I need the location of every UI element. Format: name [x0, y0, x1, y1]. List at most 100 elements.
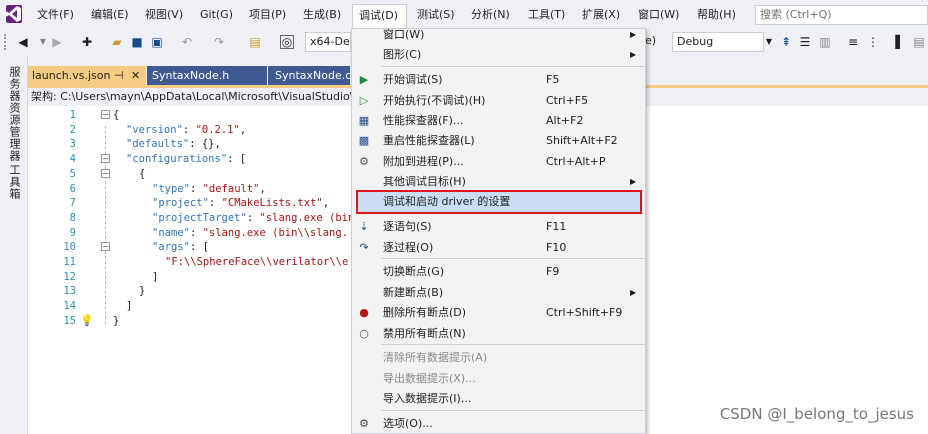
fold-toggle-icon[interactable]: −	[101, 110, 110, 119]
open-icon[interactable]: ▤	[248, 34, 262, 50]
debug-menu-item[interactable]: 导入数据提示(I)...	[352, 389, 644, 409]
debug-menu-item: 导出数据提示(X)...	[352, 369, 644, 389]
menu-help[interactable]: 帮助(H)	[697, 7, 736, 23]
debug-menu-item[interactable]: ↷ 逐过程(O) F10	[352, 238, 644, 258]
json-punctuation: }	[113, 314, 120, 327]
menu-view[interactable]: 视图(V)	[145, 7, 183, 23]
step-into-icon: ⇣	[359, 220, 369, 233]
lightbulb-icon[interactable]: 💡	[80, 314, 94, 327]
undo-icon[interactable]: ↶	[180, 34, 194, 50]
toolbar-icon-b[interactable]: ☰	[798, 34, 812, 50]
line-number: 4	[69, 153, 76, 166]
platform-dropdown[interactable]: x64-Deb	[305, 32, 351, 52]
debug-menu-item[interactable]: ▦ 性能探查器(F)... Alt+F2	[352, 111, 644, 131]
open-folder-icon[interactable]: ▰	[110, 34, 124, 50]
debug-menu-item[interactable]: ○ 禁用所有断点(N)	[352, 324, 644, 344]
submenu-arrow-icon: ▶	[630, 288, 637, 297]
highlighted-menu-item[interactable]: 调试和启动 driver 的设置	[356, 190, 642, 214]
forward-icon[interactable]: ▶	[50, 34, 64, 50]
menu-file[interactable]: 文件(F)	[37, 7, 74, 23]
menu-item-shortcut: F9	[546, 265, 560, 278]
line-number: 9	[69, 226, 76, 239]
menu-item-label: 逐语句(S)	[383, 220, 432, 233]
toolbar-grip	[4, 34, 10, 50]
toolbar-icon-d[interactable]: ≡	[846, 34, 860, 50]
toolbar-icon-f[interactable]: ▤	[912, 34, 926, 50]
json-key: "type"	[152, 182, 190, 195]
menu-window[interactable]: 窗口(W)	[638, 7, 679, 23]
debug-menu-item[interactable]: 切换断点(G) F9	[352, 262, 644, 282]
debug-menu-item[interactable]: ● 删除所有断点(D) Ctrl+Shift+F9	[352, 303, 644, 323]
json-punctuation: : [	[189, 241, 209, 254]
redo-icon[interactable]: ↷	[212, 34, 226, 50]
menu-item-label: 新建断点(B)	[383, 286, 444, 299]
fold-toggle-icon[interactable]: −	[101, 242, 110, 251]
search-input[interactable]: 搜索 (Ctrl+Q)	[755, 5, 928, 25]
menu-edit[interactable]: 编辑(E)	[91, 7, 129, 23]
line-number: 13	[63, 285, 76, 298]
toolbar-icon-e[interactable]: ⋮	[866, 34, 880, 50]
schema-path[interactable]: C:\Users\mayn\AppData\Local\Microsoft\Vi…	[60, 90, 353, 103]
toolbar-icon-a[interactable]: ⇞	[779, 34, 793, 50]
code-line: "args": [	[152, 240, 209, 255]
menu-separator	[381, 258, 645, 259]
new-item-icon[interactable]: ✚	[80, 34, 94, 50]
toolbar-icon-c[interactable]: ▥	[818, 34, 832, 50]
debug-menu-item[interactable]: 其他调试目标(H) ▶	[352, 172, 644, 192]
line-number: 2	[69, 123, 76, 136]
menu-item-label: 清除所有数据提示(A)	[383, 351, 488, 364]
fold-toggle-icon[interactable]: −	[101, 154, 110, 163]
json-punctuation: ,	[259, 182, 266, 195]
save-icon[interactable]: ■	[130, 34, 144, 50]
fold-toggle-icon[interactable]: −	[101, 169, 110, 178]
json-punctuation: ,	[322, 197, 330, 210]
json-key: "defaults"	[126, 138, 190, 151]
configuration-dropdown[interactable]: Debug	[672, 32, 764, 52]
menu-build[interactable]: 生成(B)	[303, 7, 341, 23]
json-punctuation: :	[189, 226, 203, 239]
json-punctuation: ]	[126, 300, 133, 313]
debug-menu-item[interactable]: 图形(C) ▶	[352, 45, 644, 65]
tab-syntaxnode-cpp[interactable]: SyntaxNode.cpp	[268, 66, 350, 85]
debug-menu-item[interactable]: ▩ 重启性能探查器(L) Shift+Alt+F2	[352, 131, 644, 151]
debug-menu-item[interactable]: ▶ 开始调试(S) F5	[352, 70, 644, 90]
tab-syntaxnode-h[interactable]: SyntaxNode.h	[147, 66, 267, 85]
debug-menu-item[interactable]: ⚙ 附加到进程(P)... Ctrl+Alt+P	[352, 152, 644, 172]
menu-item-label: 切换断点(G)	[383, 265, 445, 278]
pin-icon[interactable]: ⊣	[114, 66, 124, 83]
menu-extensions[interactable]: 扩展(X)	[582, 7, 620, 23]
profiler-restart-icon: ▩	[358, 134, 370, 147]
bookmark-icon[interactable]: ▌	[893, 34, 907, 50]
close-icon[interactable]: ✕	[131, 66, 140, 83]
debug-menu-item[interactable]: 窗口(W) ▶	[352, 25, 644, 45]
menu-separator	[381, 410, 645, 411]
code-line: ]	[126, 299, 132, 314]
json-punctuation: :	[246, 211, 260, 224]
json-key: "project"	[152, 197, 209, 210]
screenshot-icon[interactable]: ◎	[280, 35, 294, 49]
debug-menu-item[interactable]: ▷ 开始执行(不调试)(H) Ctrl+F5	[352, 91, 644, 111]
watermark: CSDN @I_belong_to_jesus	[719, 405, 914, 423]
debug-menu-item[interactable]: ⇣ 逐语句(S) F11	[352, 217, 644, 237]
menu-test[interactable]: 测试(S)	[417, 7, 455, 23]
back-icon[interactable]: ◀	[16, 34, 30, 50]
step-over-icon: ↷	[359, 241, 369, 254]
menu-project[interactable]: 项目(P)	[249, 7, 286, 23]
chevron-down-icon[interactable]: ▼	[762, 34, 776, 50]
server-explorer-tab[interactable]: 服务器资源管理器	[6, 66, 22, 162]
debug-menu-item[interactable]: ⚙ 选项(O)...	[352, 414, 644, 434]
toolbox-tab[interactable]: 工具箱	[6, 164, 22, 200]
tab-launch-vs-json[interactable]: launch.vs.json ⊣ ✕	[28, 66, 146, 85]
menu-item-label: 逐过程(O)	[383, 241, 434, 254]
json-punctuation: : {},	[189, 138, 221, 151]
debug-menu-item[interactable]: 新建断点(B) ▶	[352, 283, 644, 303]
menu-item-shortcut: Ctrl+Alt+P	[546, 155, 606, 168]
chevron-down-icon[interactable]: ▼	[36, 34, 50, 50]
menu-analyze[interactable]: 分析(N)	[471, 7, 510, 23]
menu-git[interactable]: Git(G)	[200, 7, 233, 23]
line-number: 10	[63, 241, 76, 254]
menu-tools[interactable]: 工具(T)	[528, 7, 565, 23]
json-string: "0.2.1"	[195, 123, 240, 136]
save-all-icon[interactable]: ▣	[150, 34, 164, 50]
json-punctuation: {	[113, 109, 120, 121]
